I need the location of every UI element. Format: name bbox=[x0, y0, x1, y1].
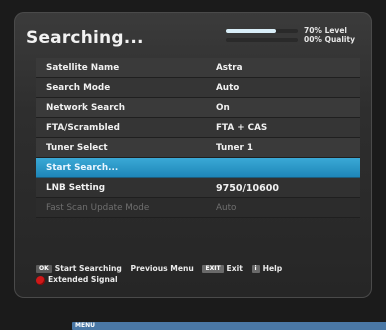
signal-meter: 70% Level 00% Quality bbox=[226, 26, 366, 50]
row-value: FTA + CAS bbox=[216, 123, 268, 133]
row-label: Fast Scan Update Mode bbox=[46, 203, 150, 213]
menu-hint[interactable]: MENU Previous Menu bbox=[72, 264, 386, 330]
row-value: Auto bbox=[216, 203, 237, 213]
help-key-icon: i bbox=[251, 265, 260, 273]
level-bar bbox=[226, 29, 276, 33]
row-search-mode[interactable]: Search Mode Auto bbox=[36, 78, 360, 98]
row-label: Satellite Name bbox=[46, 63, 120, 73]
red-button-icon bbox=[36, 275, 45, 285]
exit-key-icon: EXIT bbox=[202, 265, 224, 273]
row-value: 9750/10600 bbox=[216, 183, 279, 194]
exit-hint-text: Exit bbox=[226, 264, 243, 273]
row-fta-scrambled[interactable]: FTA/Scrambled FTA + CAS bbox=[36, 118, 360, 138]
row-start-search[interactable]: Start Search... bbox=[36, 158, 360, 178]
exit-hint[interactable]: EXIT Exit bbox=[202, 264, 243, 273]
row-label: Network Search bbox=[46, 103, 126, 113]
page-title: Searching... bbox=[26, 28, 144, 48]
quality-track bbox=[226, 38, 298, 42]
row-satellite-name[interactable]: Satellite Name Astra bbox=[36, 58, 360, 78]
footer-extended-line[interactable]: Extended Signal bbox=[36, 275, 360, 286]
ok-hint[interactable]: OK Start Searching bbox=[36, 264, 122, 273]
ok-key-icon: OK bbox=[36, 265, 52, 273]
row-label: Tuner Select bbox=[46, 143, 108, 153]
row-value: Astra bbox=[216, 63, 243, 73]
row-lnb-setting[interactable]: LNB Setting 9750/10600 bbox=[36, 178, 360, 198]
search-menu: Satellite Name Astra Search Mode Auto Ne… bbox=[36, 58, 360, 218]
footer-help-bar: OK Start Searching MENU Previous Menu EXIT… bbox=[36, 264, 386, 330]
row-label: FTA/Scrambled bbox=[46, 123, 120, 133]
ok-hint-text: Start Searching bbox=[54, 264, 122, 273]
footer-keys-line: OK Start Searching MENU Previous Menu EXIT… bbox=[36, 264, 386, 330]
row-label: LNB Setting bbox=[46, 183, 106, 193]
quality-label: 00% Quality bbox=[304, 35, 355, 44]
row-value: On bbox=[216, 103, 230, 113]
menu-key-icon: MENU bbox=[72, 322, 386, 330]
menu-hint-text: Previous Menu bbox=[130, 264, 194, 273]
row-label: Search Mode bbox=[46, 83, 111, 93]
row-value: Auto bbox=[216, 83, 240, 93]
level-label: 70% Level bbox=[304, 26, 347, 35]
help-hint[interactable]: i Help bbox=[251, 264, 283, 273]
extended-signal-text: Extended Signal bbox=[48, 275, 118, 284]
row-tuner-select[interactable]: Tuner Select Tuner 1 bbox=[36, 138, 360, 158]
row-fast-scan-update-mode: Fast Scan Update Mode Auto bbox=[36, 198, 360, 218]
row-network-search[interactable]: Network Search On bbox=[36, 98, 360, 118]
row-value: Tuner 1 bbox=[216, 143, 254, 153]
help-hint-text: Help bbox=[262, 264, 283, 273]
row-label: Start Search... bbox=[46, 163, 119, 173]
